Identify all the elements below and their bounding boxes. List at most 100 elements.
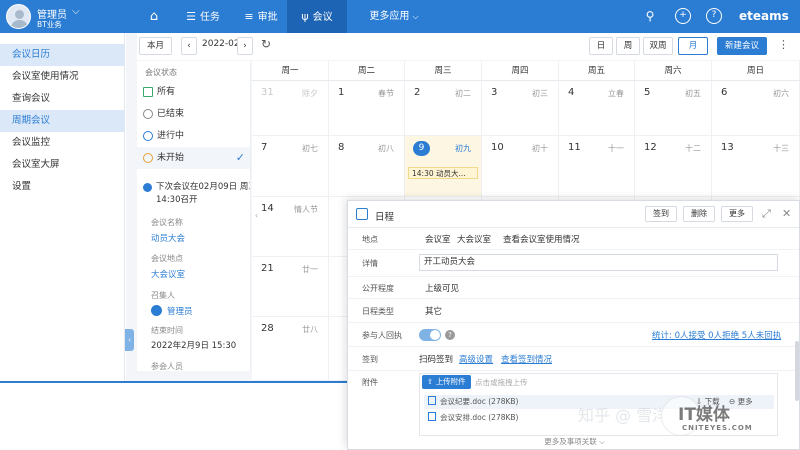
meeting-event-chip[interactable]: 14:30 动员大... — [408, 167, 478, 179]
lunar-date: 初六 — [773, 89, 789, 98]
day-number: 10 — [491, 142, 504, 153]
collapse-handle[interactable]: ‹ — [125, 329, 134, 351]
clock-icon — [143, 109, 153, 119]
help-icon[interactable]: ? — [445, 330, 455, 340]
top-navbar: 管理员 ⌵ BT业务 ⌂ ☰ 任务 ≡ 审批 ψ 会议 更多应用 ⌵ ⚲ + ? et… — [0, 0, 800, 33]
eteams-logo: eteams — [739, 9, 789, 23]
bottom-divider — [0, 381, 347, 383]
type-value[interactable]: 其它 — [425, 305, 442, 317]
nav-more-apps[interactable]: 更多应用 ⌵ — [358, 0, 430, 33]
calendar-day[interactable]: 1 春节 — [329, 81, 405, 136]
expand-icon[interactable]: ⤢ — [762, 207, 771, 221]
calendar-day[interactable]: 7 初七 — [252, 136, 329, 197]
signin-row: 签到 扫码签到 高级设置 查看签到情况 — [348, 347, 799, 371]
sidebar: 会议日历 会议室使用情况 查询会议 周期会议 会议监控 会议室大屏 设置 — [0, 33, 125, 382]
calendar-day[interactable]: 12 十二 — [635, 136, 712, 197]
filter-ended[interactable]: 已结束 — [137, 103, 250, 125]
calendar-day[interactable]: 11 十一 — [559, 136, 635, 197]
lunar-date: 初三 — [532, 89, 548, 98]
chevron-down-icon[interactable]: ⌵ — [72, 6, 80, 17]
meeting-place-value[interactable]: 大会议室 — [151, 268, 185, 280]
calendar-day[interactable]: 13 十三 — [712, 136, 800, 197]
sidebar-item-big-screen[interactable]: 会议室大屏 — [0, 154, 125, 176]
calendar-day[interactable]: 10 初十 — [482, 136, 559, 197]
detail-input[interactable]: 开工动员大会 — [419, 254, 778, 271]
meeting-icon: ψ — [301, 10, 309, 23]
calendar-day[interactable]: 2 初二 — [405, 81, 482, 136]
file-size: (278KB) — [488, 413, 519, 422]
view-day-button[interactable]: 日 — [589, 37, 613, 55]
org-name: BT业务 — [37, 20, 62, 29]
next-month-button[interactable]: › — [237, 37, 253, 55]
current-month: 2022-02 — [202, 39, 240, 49]
calendar-day[interactable]: 8 初八 — [329, 136, 405, 197]
user-brand[interactable]: 管理员 ⌵ BT业务 — [6, 4, 126, 30]
calendar-day[interactable]: 31 除夕 — [252, 81, 329, 136]
more-button[interactable]: 更多 — [721, 206, 753, 222]
lunar-date: 除夕 — [302, 89, 318, 98]
avatar[interactable] — [6, 4, 31, 29]
more-icon[interactable]: ⋮ — [778, 38, 789, 51]
new-meeting-button[interactable]: 新建会议 — [717, 37, 767, 55]
calendar-day[interactable]: 3 初三 — [482, 81, 559, 136]
view-week-button[interactable]: 周 — [616, 37, 640, 55]
receipt-toggle[interactable] — [419, 329, 441, 341]
advanced-settings-link[interactable]: 高级设置 — [459, 353, 493, 365]
meeting-name-value[interactable]: 动员大会 — [151, 232, 185, 244]
upload-label: 上传附件 — [435, 377, 466, 386]
visibility-label: 公开程度 — [362, 284, 394, 293]
nav-meeting[interactable]: ψ 会议 — [287, 0, 347, 33]
calendar-day[interactable]: 5 初五 — [635, 81, 712, 136]
calendar-day[interactable]: 14 情人节 — [252, 197, 329, 257]
sidebar-item-room-usage[interactable]: 会议室使用情况 — [0, 66, 125, 88]
this-month-button[interactable]: 本月 — [139, 37, 172, 55]
calendar-day[interactable]: 21 廿一 — [252, 257, 329, 317]
sign-in-button[interactable]: 签到 — [645, 206, 677, 222]
add-icon[interactable]: + — [675, 8, 691, 24]
calendar-day[interactable]: 28 廿八 — [252, 317, 329, 381]
prev-month-button[interactable]: ‹ — [181, 37, 197, 55]
meeting-place-label: 会议地点 — [151, 254, 183, 263]
view-signin-link[interactable]: 查看签到情况 — [501, 353, 552, 365]
view-biweek-button[interactable]: 双周 — [643, 37, 673, 55]
file-name: 会议安排.doc — [440, 413, 486, 422]
filter-all[interactable]: 所有 — [137, 81, 250, 103]
detail-row: 详情 开工动员大会 — [348, 250, 799, 277]
lunar-date: 初八 — [378, 144, 394, 153]
calendar-day[interactable]: 4 立春 — [559, 81, 635, 136]
view-month-button[interactable]: 月 — [678, 37, 708, 55]
next-meeting-line2: 14:30召开 — [156, 195, 198, 205]
search-icon[interactable]: ⚲ — [642, 8, 658, 24]
weekday-header: 周二 — [329, 61, 405, 81]
menu-icon: ≡ — [244, 10, 254, 23]
sidebar-item-calendar[interactable]: 会议日历 — [0, 44, 125, 66]
calendar-day[interactable]: 6 初六 — [712, 81, 800, 136]
chevron-left-icon[interactable]: ‹ — [252, 205, 261, 227]
nav-tasks[interactable]: ☰ 任务 — [178, 0, 228, 33]
refresh-icon[interactable]: ↻ — [261, 37, 271, 51]
status-title: 会议状态 — [145, 68, 177, 77]
close-icon[interactable]: ✕ — [782, 207, 791, 220]
host-value[interactable]: 管理员 — [167, 305, 193, 317]
visibility-value[interactable]: 上级可见 — [425, 282, 459, 294]
sidebar-item-query[interactable]: 查询会议 — [0, 88, 125, 110]
attendees-label: 参会人员 — [151, 362, 183, 371]
nav-approval[interactable]: ≡ 审批 — [236, 0, 286, 33]
sidebar-item-recurring[interactable]: 周期会议 — [0, 110, 125, 132]
room-usage-link[interactable]: 查看会议室使用情况 — [503, 233, 580, 245]
place-label: 地点 — [362, 235, 378, 244]
home-icon[interactable]: ⌂ — [137, 0, 171, 33]
sidebar-item-monitor[interactable]: 会议监控 — [0, 132, 125, 154]
scrollbar[interactable] — [795, 341, 799, 401]
calendar-day-today[interactable]: 9 初九 14:30 动员大... — [405, 136, 482, 197]
delete-button[interactable]: 删除 — [683, 206, 715, 222]
filter-not-started[interactable]: 未开始 ✓ — [137, 147, 250, 169]
receipt-stats-link[interactable]: 统计: 0人接受 0人拒绝 5人未回执 — [652, 329, 781, 341]
filter-in-progress[interactable]: 进行中 — [137, 125, 250, 147]
sidebar-item-settings[interactable]: 设置 — [0, 176, 125, 198]
help-icon[interactable]: ? — [706, 8, 722, 24]
lunar-date: 初七 — [302, 144, 318, 153]
upload-hint: 点击或拖拽上传 — [475, 378, 528, 387]
watermark-brand: IT媒体 — [678, 405, 730, 425]
upload-button[interactable]: ⇧ 上传附件 — [422, 375, 471, 389]
